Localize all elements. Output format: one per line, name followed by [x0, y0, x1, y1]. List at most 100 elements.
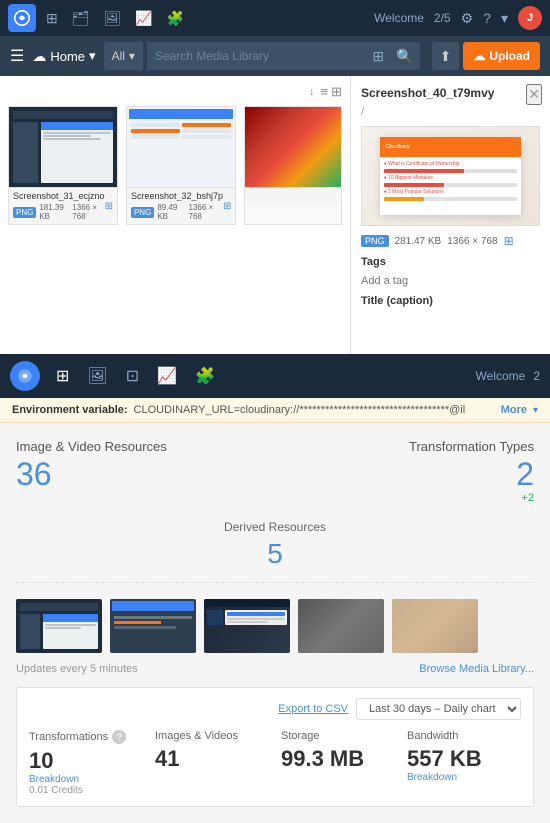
second-nav-right: Welcome 2	[476, 369, 540, 383]
image-video-label: Image & Video Resources	[16, 439, 167, 454]
second-navigation: ⊞ 🖼 ⊡ 📈 🧩 Welcome 2	[0, 354, 550, 398]
chart-icon[interactable]: 📈	[135, 10, 152, 27]
item-name: Screenshot_31_ecjzno	[13, 191, 105, 201]
nav-transform-icon[interactable]: ⊡	[126, 366, 139, 386]
env-chevron-icon[interactable]: ▾	[533, 405, 538, 416]
top-nav-icons: ⊞ 🗂 🖼 📈 🧩	[46, 10, 364, 27]
detail-close-button[interactable]: ✕	[526, 84, 542, 105]
item-action-icon[interactable]: ⊞	[105, 201, 113, 212]
caption-label: Title (caption)	[361, 295, 540, 307]
search-bar: ☰ ☁ Home ▾ All ▾ ⊞ 🔍 ⬆ ☁ Upload	[0, 36, 550, 76]
transformations-credits: 0.01 Credits	[29, 785, 143, 796]
thumbnail-info: Screenshot_31_ecjzno PNG 181.39 KB 1366 …	[9, 187, 117, 224]
list-item[interactable]: Screenshot_31_ecjzno PNG 181.39 KB 1366 …	[8, 106, 118, 225]
detail-preview: Cloudinary ● What is Certificate of Owne…	[361, 126, 540, 226]
bottom-stats-grid: Transformations ? 10 Breakdown 0.01 Cred…	[29, 730, 521, 796]
item-size: 181.39 KB	[39, 203, 69, 221]
browse-media-link[interactable]: Browse Media Library...	[419, 663, 534, 675]
updates-text: Updates every 5 minutes	[16, 663, 138, 675]
derived-label: Derived Resources	[16, 520, 534, 534]
images-videos-stat: Images & Videos 41	[155, 730, 269, 796]
thumbnail-row	[16, 599, 534, 653]
derived-count: 5	[16, 538, 534, 570]
image-video-stat: Image & Video Resources 36	[16, 439, 167, 504]
tags-label: Tags	[361, 256, 540, 268]
home-button[interactable]: ☁ Home ▾	[32, 48, 95, 65]
nav-chart-icon[interactable]: 📈	[157, 366, 177, 386]
home-icon: ☁	[32, 48, 46, 65]
media-library-area: ↓ ≡ ⊞	[0, 76, 550, 354]
detail-size: 281.47 KB	[395, 236, 442, 247]
type-badge: PNG	[131, 207, 154, 218]
nav-media-icon[interactable]: 🖼	[87, 366, 107, 386]
period-select[interactable]: Last 30 days – Daily chart	[356, 698, 521, 720]
grid-toolbar: ↓ ≡ ⊞	[8, 84, 342, 100]
list-item[interactable]: Screenshot_32_bshj7p PNG 89.49 KB 1366 ×…	[126, 106, 236, 225]
nav-addons-icon[interactable]: 🧩	[195, 366, 215, 386]
thumbnail-image	[245, 107, 341, 187]
filter-icon[interactable]: ⊞	[366, 48, 390, 65]
env-more-button[interactable]: More	[501, 404, 527, 416]
updates-row: Updates every 5 minutes Browse Media Lib…	[16, 663, 534, 675]
export-csv-link[interactable]: Export to CSV	[278, 703, 348, 715]
top-navigation: ⊞ 🗂 🖼 📈 🧩 Welcome 2/5 ⚙ ? ▾ J	[0, 0, 550, 36]
upload-group: ⬆ ☁ Upload	[432, 42, 540, 70]
transformation-label: Transformation Types	[409, 439, 534, 454]
thumb-preview-5[interactable]	[392, 599, 478, 653]
all-chevron-icon: ▾	[129, 49, 135, 63]
thumbnail-info	[245, 187, 341, 204]
grid-icon[interactable]: ⊞	[46, 10, 58, 27]
second-nav-items: ⊞ 🖼 ⊡ 📈 🧩	[56, 366, 215, 386]
sort-control[interactable]: ↓	[309, 86, 315, 98]
thumb-preview-3[interactable]	[204, 599, 290, 653]
search-all-button[interactable]: All ▾	[104, 42, 143, 70]
thumb-preview-4[interactable]	[298, 599, 384, 653]
search-input[interactable]	[147, 49, 366, 63]
user-icon[interactable]: ▾	[501, 10, 508, 27]
detail-expand-icon[interactable]: ⊞	[504, 234, 514, 248]
all-label: All	[112, 49, 125, 63]
item-size: 89.49 KB	[157, 203, 185, 221]
puzzle-icon[interactable]: 🧩	[167, 10, 184, 27]
item-action-icon[interactable]: ⊞	[223, 201, 231, 212]
image-icon[interactable]: 🖼	[104, 10, 122, 27]
list-view-icon[interactable]: ≡	[321, 84, 329, 100]
bandwidth-breakdown-link[interactable]: Breakdown	[407, 772, 521, 783]
home-chevron-icon: ▾	[89, 48, 96, 64]
second-nav-logo[interactable]	[10, 361, 40, 391]
grid-view-icon[interactable]: ⊞	[331, 84, 342, 100]
stats-row: Image & Video Resources 36 Transformatio…	[16, 439, 534, 504]
thumbnail-image	[9, 107, 117, 187]
environment-bar: Environment variable: CLOUDINARY_URL=clo…	[0, 398, 550, 423]
page-num: 2	[533, 369, 540, 383]
upload-button[interactable]: ☁ Upload	[463, 42, 540, 70]
tag-input[interactable]	[361, 275, 503, 287]
storage-stat: Storage 99.3 MB	[281, 730, 395, 796]
item-name: Screenshot_32_bshj7p	[131, 191, 223, 201]
transformations-breakdown-link[interactable]: Breakdown	[29, 774, 143, 785]
detail-path: /	[361, 106, 540, 118]
transformations-stat: Transformations ? 10 Breakdown 0.01 Cred…	[29, 730, 143, 796]
view-toggle: ≡ ⊞	[321, 84, 343, 100]
transformation-sub: +2	[409, 492, 534, 504]
bandwidth-value: 557 KB	[407, 746, 521, 772]
upload-link-button[interactable]: ⬆	[432, 42, 460, 70]
folder-icon[interactable]: 🗂	[72, 10, 90, 27]
search-icon[interactable]: 🔍	[390, 48, 419, 65]
caption-section: Title (caption)	[361, 295, 540, 307]
nav-home-icon[interactable]: ⊞	[56, 366, 69, 386]
welcome-label: Welcome	[476, 369, 526, 383]
cloudinary-logo[interactable]	[8, 4, 36, 32]
help-icon[interactable]: ?	[112, 730, 126, 744]
question-icon[interactable]: ?	[483, 10, 491, 26]
env-value: CLOUDINARY_URL=cloudinary://************…	[134, 404, 495, 416]
images-videos-count: 41	[155, 746, 269, 772]
search-input-wrap: ⊞ 🔍	[147, 42, 420, 70]
thumb-preview-2[interactable]	[110, 599, 196, 653]
menu-button[interactable]: ☰	[10, 46, 24, 66]
settings-icon[interactable]: ⚙	[461, 10, 474, 27]
detail-title: Screenshot_40_t79mvy	[361, 86, 540, 100]
list-item[interactable]	[244, 106, 342, 225]
thumb-preview-1[interactable]	[16, 599, 102, 653]
avatar[interactable]: J	[518, 6, 542, 30]
